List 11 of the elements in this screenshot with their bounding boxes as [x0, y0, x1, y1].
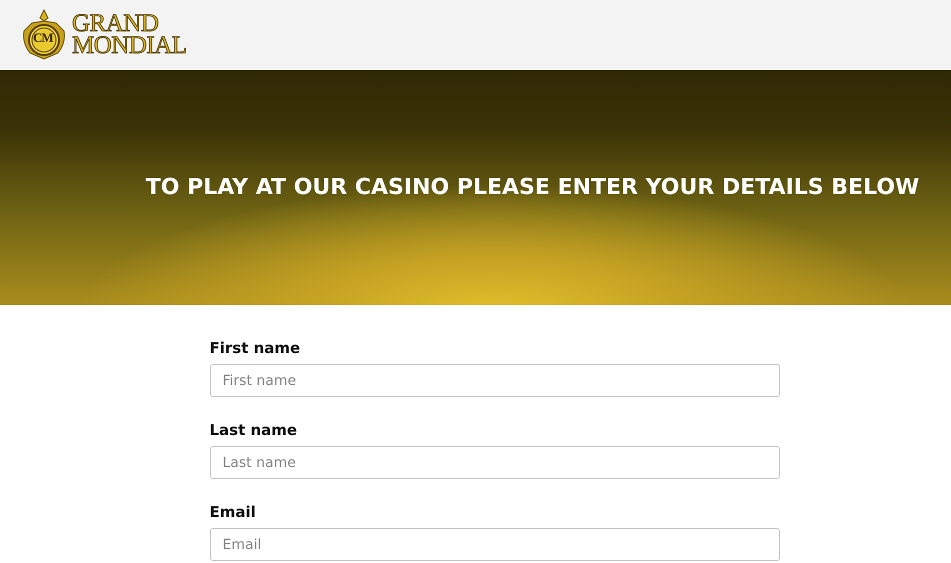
input-field[interactable]: First name: [210, 364, 780, 397]
logo-monogram: CM: [33, 30, 53, 46]
hero-heading: TO PLAY AT OUR CASINO PLEASE ENTER YOUR DETAILS BELOW: [144, 175, 920, 200]
logo-text: MONDIAL: [72, 35, 187, 57]
field-label: Email: [210, 503, 257, 521]
crest-icon: [20, 9, 68, 61]
field-label: Last name: [210, 421, 298, 439]
input-field[interactable]: Last name: [210, 446, 780, 479]
input-field[interactable]: Email: [210, 528, 780, 561]
field-label: First name: [210, 339, 302, 357]
logo-text: GRAND: [72, 13, 158, 35]
